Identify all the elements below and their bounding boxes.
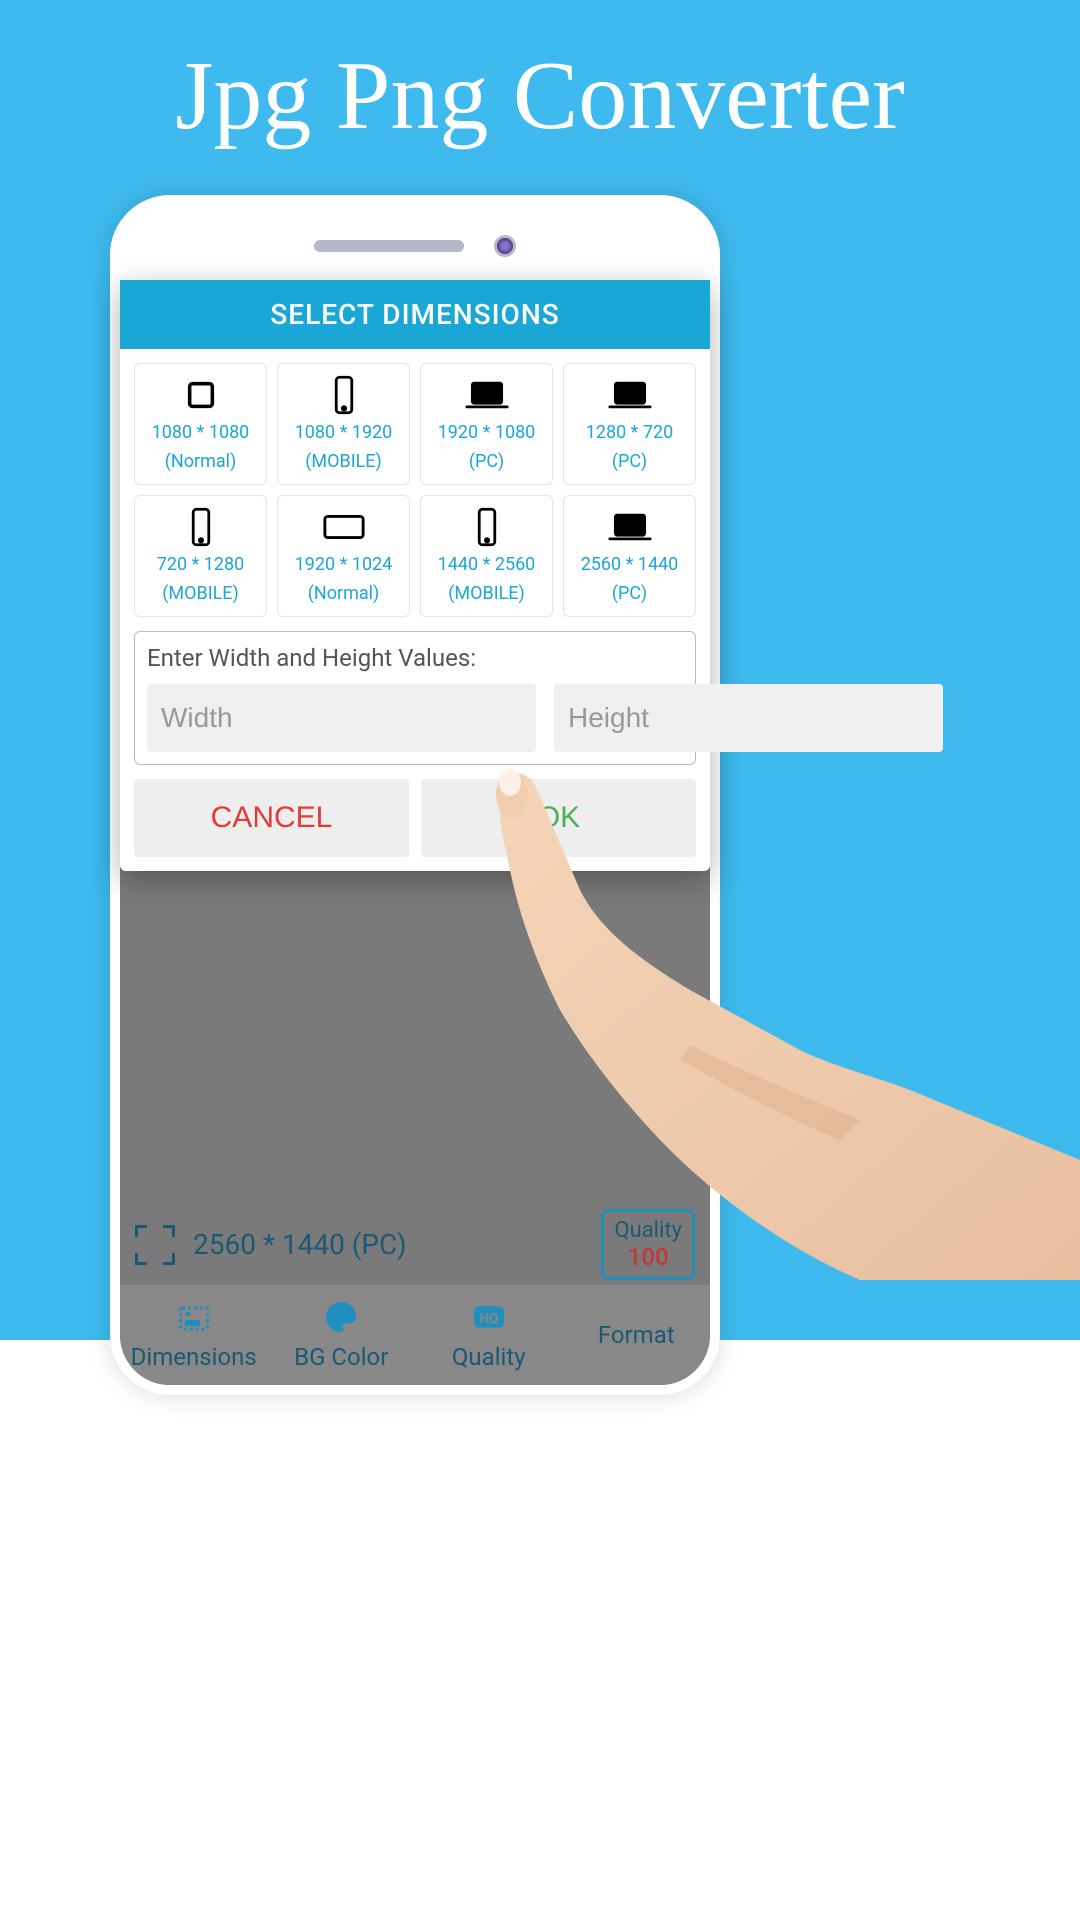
- nav-bgcolor-label: BG Color: [294, 1343, 388, 1371]
- preset-size: 2560 * 1440: [581, 554, 679, 575]
- preset-type: (PC): [612, 451, 647, 472]
- nav-dimensions-label: Dimensions: [131, 1343, 257, 1371]
- preset-size: 1280 * 720: [586, 422, 674, 443]
- nav-dimensions[interactable]: Dimensions: [120, 1285, 268, 1385]
- nav-format-label: Format: [598, 1321, 675, 1349]
- preset-1080x1920[interactable]: 1080 * 1920 (MOBILE): [277, 363, 410, 485]
- dimensions-icon: [174, 1299, 214, 1335]
- custom-dimensions-box: Enter Width and Height Values:: [134, 631, 696, 765]
- preset-type: (PC): [612, 583, 647, 604]
- camera-icon: [494, 235, 516, 257]
- phone-icon: [179, 508, 223, 546]
- preset-type: (MOBILE): [448, 583, 525, 604]
- phone-icon: [322, 376, 366, 414]
- select-dimensions-dialog: SELECT DIMENSIONS 1080 * 1080 (Normal) 1…: [120, 280, 710, 871]
- svg-text:HQ: HQ: [479, 1311, 498, 1327]
- height-input[interactable]: [554, 684, 943, 752]
- preset-type: (PC): [469, 451, 504, 472]
- preset-type: (MOBILE): [162, 583, 239, 604]
- preset-type: (Normal): [165, 451, 237, 472]
- nav-format[interactable]: Format: [563, 1285, 711, 1385]
- laptop-icon: [608, 376, 652, 414]
- preset-size: 1080 * 1080: [152, 422, 250, 443]
- promo-background-bottom: [0, 1340, 1080, 1920]
- preset-size: 1920 * 1024: [295, 554, 393, 575]
- preset-size: 1920 * 1080: [438, 422, 536, 443]
- bottom-nav: Dimensions BG Color HQ Quality Format: [120, 1285, 710, 1385]
- palette-icon: [321, 1299, 361, 1335]
- preset-type: (MOBILE): [305, 451, 382, 472]
- preset-1280x720[interactable]: 1280 * 720 (PC): [563, 363, 696, 485]
- quality-indicator[interactable]: Quality 100: [601, 1209, 695, 1280]
- nav-quality-label: Quality: [452, 1343, 526, 1371]
- status-row: 2560 * 1440 (PC) Quality 100: [120, 1209, 710, 1280]
- preset-size: 1080 * 1920: [295, 422, 393, 443]
- quality-value: 100: [614, 1243, 682, 1271]
- phone-notch: [110, 195, 720, 257]
- dimensions-grid: 1080 * 1080 (Normal) 1080 * 1920 (MOBILE…: [120, 349, 710, 631]
- ok-button[interactable]: OK: [421, 779, 696, 857]
- cancel-button[interactable]: CANCEL: [134, 779, 409, 857]
- laptop-icon: [608, 508, 652, 546]
- tablet-landscape-icon: [322, 508, 366, 546]
- current-dimensions: 2560 * 1440 (PC): [193, 1228, 407, 1261]
- speaker-icon: [314, 240, 464, 252]
- dialog-title: SELECT DIMENSIONS: [120, 280, 710, 349]
- square-icon: [179, 376, 223, 414]
- quality-label: Quality: [614, 1218, 682, 1243]
- preset-1440x2560[interactable]: 1440 * 2560 (MOBILE): [420, 495, 553, 617]
- phone-icon: [465, 508, 509, 546]
- laptop-icon: [465, 376, 509, 414]
- status-left: 2560 * 1440 (PC): [135, 1225, 407, 1265]
- width-input[interactable]: [147, 684, 536, 752]
- custom-label: Enter Width and Height Values:: [147, 644, 683, 672]
- preset-1080x1080[interactable]: 1080 * 1080 (Normal): [134, 363, 267, 485]
- input-row: [147, 684, 683, 752]
- hq-icon: HQ: [469, 1299, 509, 1335]
- preset-720x1280[interactable]: 720 * 1280 (MOBILE): [134, 495, 267, 617]
- dialog-button-row: CANCEL OK: [134, 779, 696, 857]
- preset-type: (Normal): [308, 583, 380, 604]
- preset-2560x1440[interactable]: 2560 * 1440 (PC): [563, 495, 696, 617]
- promo-title: Jpg Png Converter: [0, 0, 1080, 152]
- fullscreen-icon: [135, 1225, 175, 1265]
- preset-1920x1080[interactable]: 1920 * 1080 (PC): [420, 363, 553, 485]
- nav-quality[interactable]: HQ Quality: [415, 1285, 563, 1385]
- nav-bgcolor[interactable]: BG Color: [268, 1285, 416, 1385]
- preset-size: 1440 * 2560: [438, 554, 536, 575]
- preset-1920x1024[interactable]: 1920 * 1024 (Normal): [277, 495, 410, 617]
- preset-size: 720 * 1280: [157, 554, 245, 575]
